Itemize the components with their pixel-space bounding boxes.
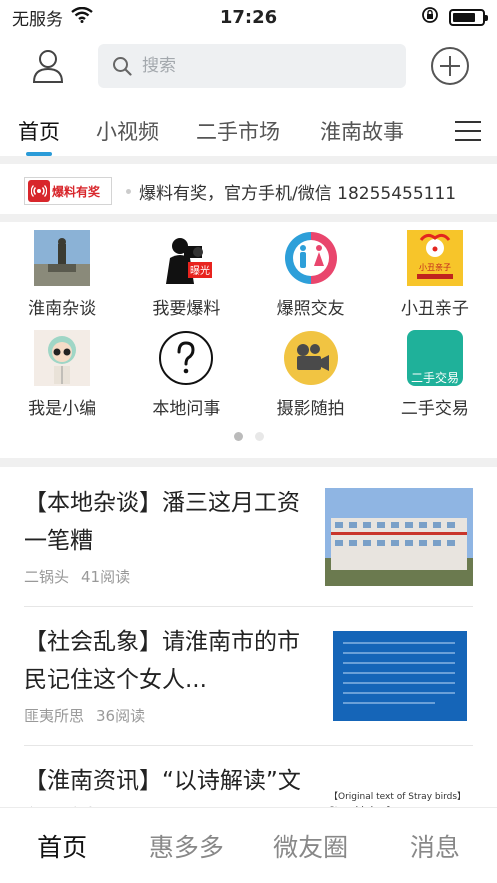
battery-icon <box>449 8 488 26</box>
clown-icon: 小丑亲子 <box>406 230 463 286</box>
carrier-text: 无服务 <box>12 9 63 30</box>
article-thumbnail <box>325 627 473 725</box>
article-title: 【社会乱象】请淮南市的市民记住这个女人... <box>24 629 300 693</box>
divider <box>0 214 497 222</box>
quick-entry-grid: 淮南杂谈 曝光 我要爆料 爆照交友 小丑亲子 小丑亲子 我是小编 本地问事 摄影… <box>0 226 497 426</box>
search-input[interactable] <box>142 56 382 76</box>
divider <box>0 458 497 467</box>
tab-label: 首页 <box>18 120 60 144</box>
wifi-icon <box>71 6 93 28</box>
grid-item-label: 淮南杂谈 <box>28 299 97 319</box>
divider <box>0 156 497 164</box>
bottom-tab-messages[interactable]: 消息 <box>373 828 497 864</box>
tab-label: 小视频 <box>96 120 159 144</box>
clock: 17:26 <box>219 6 278 28</box>
article-item[interactable]: 【本地杂谈】潘三这月工资一笔糟 二锅头 41阅读 <box>24 468 473 607</box>
user-profile-button[interactable] <box>24 42 72 90</box>
grid-item-label: 小丑亲子 <box>400 299 469 319</box>
grid-item-label: 我是小编 <box>28 399 97 419</box>
search-icon <box>113 57 132 76</box>
plus-circle-icon <box>431 47 469 85</box>
grid-item-label: 本地问事 <box>152 399 221 419</box>
tab-secondhand-market[interactable]: 二手市场 <box>196 106 280 156</box>
photographer-icon: 曝光 <box>158 230 214 286</box>
article-meta: 匪夷所思 36阅读 <box>24 705 145 726</box>
grid-item-clown-family[interactable]: 小丑亲子 小丑亲子 <box>373 226 497 326</box>
monument-photo-icon <box>34 230 91 286</box>
tab-home[interactable]: 首页 <box>18 106 60 156</box>
grid-item-i-am-editor[interactable]: 我是小编 <box>0 326 124 426</box>
tab-label: 二手市场 <box>196 120 280 144</box>
notice-text: 爆料有奖，官方手机/微信 18255455111 <box>139 183 457 204</box>
grid-pager[interactable] <box>0 432 497 441</box>
notice-banner[interactable]: 爆料有奖 爆料有奖，官方手机/微信 18255455111 <box>0 168 497 214</box>
article-item[interactable]: 【社会乱象】请淮南市的市民记住这个女人... 匪夷所思 36阅读 <box>24 607 473 746</box>
grid-item-local-questions[interactable]: 本地问事 <box>124 326 248 426</box>
grid-icon-text: 小丑亲子 <box>419 262 451 272</box>
grid-item-huainan-chat[interactable]: 淮南杂谈 <box>0 226 124 326</box>
notice-logo: 爆料有奖 <box>24 177 112 205</box>
bottom-tab-friends-circle[interactable]: 微友圈 <box>249 828 373 864</box>
article-author: 匪夷所思 <box>24 707 85 725</box>
article-title: 【本地杂谈】潘三这月工资一笔糟 <box>24 490 300 554</box>
grid-icon-text: 二手交易 <box>411 370 459 385</box>
search-bar[interactable] <box>98 44 406 88</box>
rotation-lock-icon <box>421 6 439 29</box>
couple-icon <box>283 230 339 286</box>
tab-label: 淮南故事 <box>320 120 404 144</box>
search-header <box>0 38 497 94</box>
tab-short-video[interactable]: 小视频 <box>96 106 159 156</box>
article-author: 二锅头 <box>24 568 70 586</box>
pager-dot <box>254 432 264 441</box>
cartoon-girl-icon <box>34 330 91 386</box>
notice-logo-text: 爆料有奖 <box>52 184 101 199</box>
article-read-count: 36阅读 <box>96 707 146 725</box>
status-bar: 无服务 17:26 <box>0 0 497 34</box>
grid-icon-text: 曝光 <box>190 264 210 277</box>
add-button[interactable] <box>428 44 472 88</box>
grid-item-label: 爆照交友 <box>276 299 345 319</box>
grid-item-photography[interactable]: 摄影随拍 <box>249 326 373 426</box>
tab-huainan-stories[interactable]: 淮南故事 <box>320 106 404 156</box>
grid-item-label: 我要爆料 <box>152 299 221 319</box>
question-icon <box>158 330 214 386</box>
article-meta: 二锅头 41阅读 <box>24 566 130 587</box>
secondhand-icon: 二手交易 <box>406 330 463 386</box>
notice-bullet <box>126 188 131 194</box>
grid-item-submit-tip[interactable]: 曝光 我要爆料 <box>124 226 248 326</box>
article-read-count: 41阅读 <box>81 568 131 586</box>
grid-item-label: 二手交易 <box>400 399 469 419</box>
bottom-navigation: 首页 惠多多 微友圈 消息 <box>0 807 497 883</box>
menu-icon[interactable] <box>455 118 481 144</box>
grid-item-photo-dating[interactable]: 爆照交友 <box>249 226 373 326</box>
category-tabs: 首页 小视频 二手市场 淮南故事 <box>0 106 497 156</box>
bottom-tab-huiduoduo[interactable]: 惠多多 <box>124 828 248 864</box>
bottom-tab-home[interactable]: 首页 <box>0 828 124 864</box>
broadcast-icon <box>28 180 50 202</box>
camera-icon <box>283 330 339 386</box>
grid-item-label: 摄影随拍 <box>276 399 345 419</box>
user-icon <box>32 50 64 83</box>
article-thumbnail <box>325 488 473 586</box>
pager-dot-active <box>233 432 243 441</box>
grid-item-secondhand-trade[interactable]: 二手交易 二手交易 <box>373 326 497 426</box>
